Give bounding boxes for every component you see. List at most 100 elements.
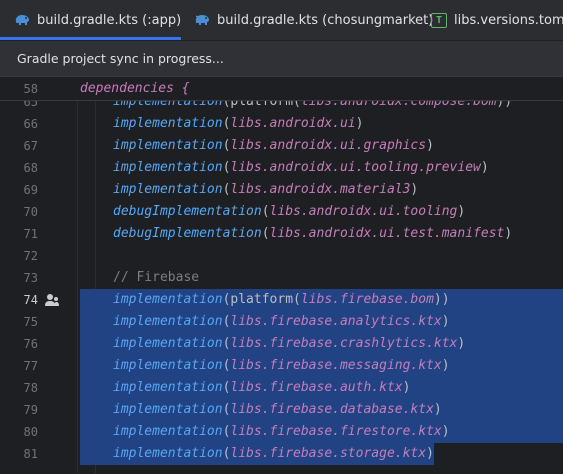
code-line[interactable]: 75 implementation(libs.firebase.analytics… bbox=[0, 311, 563, 333]
line-number: 78 bbox=[23, 381, 38, 395]
punctuation-token: ) bbox=[441, 424, 450, 439]
code-comment: // Firebase bbox=[113, 267, 199, 289]
code-line[interactable]: 74 implementation(platform(libs.firebase.… bbox=[0, 289, 563, 311]
gradle-sync-banner: Gradle project sync in progress... bbox=[0, 41, 563, 77]
function-call-token: implementation bbox=[113, 292, 223, 307]
code-line[interactable]: 69 implementation(libs.androidx.material3… bbox=[0, 179, 563, 201]
library-reference-token: libs.firebase.firestore.ktx bbox=[230, 424, 442, 439]
function-call-token: implementation bbox=[113, 380, 223, 395]
punctuation-token: ) bbox=[355, 116, 364, 131]
function-call-token: implementation bbox=[113, 424, 223, 439]
tab-libs-versions-toml[interactable]: T libs.versions.toml bbox=[431, 0, 563, 40]
library-reference-token: libs.firebase.analytics.ktx bbox=[230, 314, 442, 329]
tab-build-gradle-project[interactable]: build.gradle.kts (chosungmarket) bbox=[194, 0, 433, 40]
code-line[interactable]: 70 debugImplementation(libs.androidx.ui.t… bbox=[0, 201, 563, 223]
punctuation-token: ) bbox=[480, 160, 489, 175]
code-text: implementation(libs.firebase.storage.ktx… bbox=[113, 443, 434, 465]
library-reference-token: libs.androidx.ui.graphics bbox=[230, 138, 427, 153]
function-call-token: implementation bbox=[113, 402, 223, 417]
function-call-token: implementation bbox=[113, 160, 223, 175]
line-number: 79 bbox=[23, 403, 38, 417]
code-text: implementation(libs.firebase.firestore.k… bbox=[113, 421, 450, 443]
punctuation-token: (platform( bbox=[222, 292, 301, 307]
code-text: debugImplementation(libs.androidx.ui.tes… bbox=[113, 223, 512, 245]
library-reference-token: libs.androidx.ui.tooling.preview bbox=[230, 160, 481, 175]
code-text: debugImplementation(libs.androidx.ui.too… bbox=[113, 201, 465, 223]
library-reference-token: libs.androidx.ui.tooling bbox=[269, 204, 458, 219]
editor-tab-bar: build.gradle.kts (:app) ✕ build.gradle.k… bbox=[0, 0, 563, 41]
punctuation-token: ) bbox=[402, 380, 411, 395]
punctuation-token: ) bbox=[457, 336, 466, 351]
function-call-token: debugImplementation bbox=[113, 204, 262, 219]
toml-file-icon: T bbox=[431, 12, 447, 28]
line-number: 74 bbox=[23, 293, 38, 307]
code-line[interactable]: 78 implementation(libs.firebase.auth.ktx) bbox=[0, 377, 563, 399]
punctuation-token: ) bbox=[433, 402, 442, 417]
banner-text: Gradle project sync in progress... bbox=[17, 51, 224, 66]
function-call-token: implementation bbox=[113, 358, 223, 373]
library-reference-token: libs.firebase.database.ktx bbox=[230, 402, 434, 417]
code-line[interactable]: 80 implementation(libs.firebase.firestore… bbox=[0, 421, 563, 443]
code-text: implementation(libs.androidx.ui.graphics… bbox=[113, 135, 434, 157]
code-text: implementation(libs.firebase.crashlytics… bbox=[113, 333, 465, 355]
punctuation-token: ( bbox=[261, 226, 270, 241]
code-line[interactable]: 76 implementation(libs.firebase.crashlyti… bbox=[0, 333, 563, 355]
tab-build-gradle-app[interactable]: build.gradle.kts (:app) ✕ bbox=[0, 0, 205, 40]
tab-label: build.gradle.kts (:app) bbox=[37, 12, 182, 28]
code-with-me-user-icon[interactable] bbox=[44, 292, 60, 308]
line-number: 69 bbox=[23, 183, 38, 197]
sticky-scope-text: dependencies { bbox=[80, 81, 190, 96]
library-reference-token: libs.firebase.crashlytics.ktx bbox=[230, 336, 458, 351]
code-line[interactable]: 79 implementation(libs.firebase.database.… bbox=[0, 399, 563, 421]
code-line[interactable]: 66 implementation(libs.androidx.ui) bbox=[0, 113, 563, 135]
code-line[interactable]: 81 implementation(libs.firebase.storage.k… bbox=[0, 443, 563, 465]
punctuation-token: ) bbox=[410, 182, 419, 197]
comment-token: // Firebase bbox=[113, 270, 200, 285]
library-reference-token: libs.firebase.auth.ktx bbox=[230, 380, 403, 395]
code-text: implementation(libs.firebase.analytics.k… bbox=[113, 311, 450, 333]
line-number: 71 bbox=[23, 227, 38, 241]
code-line[interactable]: 67 implementation(libs.androidx.ui.graphi… bbox=[0, 135, 563, 157]
code-line[interactable]: 73 // Firebase bbox=[0, 267, 563, 289]
line-number: 68 bbox=[23, 161, 38, 175]
line-number: 66 bbox=[23, 117, 38, 131]
code-text: implementation(platform(libs.firebase.bo… bbox=[113, 289, 450, 311]
tab-label: build.gradle.kts (chosungmarket) bbox=[217, 12, 434, 28]
library-reference-token: libs.androidx.material3 bbox=[230, 182, 411, 197]
line-number: 70 bbox=[23, 205, 38, 219]
line-number: 76 bbox=[23, 337, 38, 351]
code-editor[interactable]: 58 dependencies { 65 implementation(platf… bbox=[0, 78, 563, 474]
library-reference-token: libs.firebase.bom bbox=[300, 292, 434, 307]
line-number: 80 bbox=[23, 425, 38, 439]
line-number: 67 bbox=[23, 139, 38, 153]
line-number: 81 bbox=[23, 447, 38, 461]
library-reference-token: libs.firebase.messaging.ktx bbox=[230, 358, 442, 373]
code-text: implementation(libs.firebase.database.kt… bbox=[113, 399, 442, 421]
punctuation-token: ) bbox=[457, 204, 466, 219]
code-text: implementation(libs.androidx.ui) bbox=[113, 113, 363, 135]
code-text: implementation(libs.firebase.auth.ktx) bbox=[113, 377, 410, 399]
code-text: implementation(libs.androidx.material3) bbox=[113, 179, 418, 201]
punctuation-token: ) bbox=[441, 314, 450, 329]
function-call-token: implementation bbox=[113, 446, 223, 461]
gradle-elephant-icon bbox=[14, 12, 30, 28]
function-call-token: implementation bbox=[113, 336, 223, 351]
code-line[interactable]: 77 implementation(libs.firebase.messaging… bbox=[0, 355, 563, 377]
function-call-token: implementation bbox=[113, 116, 223, 131]
punctuation-token: ) bbox=[426, 138, 434, 153]
punctuation-token: )) bbox=[433, 292, 450, 307]
punctuation-token: ) bbox=[426, 446, 434, 461]
line-number: 73 bbox=[23, 271, 38, 285]
code-line[interactable]: 71 debugImplementation(libs.androidx.ui.t… bbox=[0, 223, 563, 245]
punctuation-token: ) bbox=[504, 226, 513, 241]
punctuation-token: ( bbox=[261, 204, 270, 219]
library-reference-token: libs.androidx.ui bbox=[230, 116, 356, 131]
library-reference-token: libs.androidx.ui.test.manifest bbox=[269, 226, 505, 241]
line-number: 58 bbox=[23, 82, 38, 96]
function-call-token: implementation bbox=[113, 138, 223, 153]
sticky-scope-header[interactable]: 58 dependencies { bbox=[0, 78, 563, 101]
code-line[interactable]: 72 bbox=[0, 245, 563, 267]
code-text: implementation(libs.firebase.messaging.k… bbox=[113, 355, 450, 377]
code-line[interactable]: 68 implementation(libs.androidx.ui.toolin… bbox=[0, 157, 563, 179]
code-text: implementation(libs.androidx.ui.tooling.… bbox=[113, 157, 489, 179]
